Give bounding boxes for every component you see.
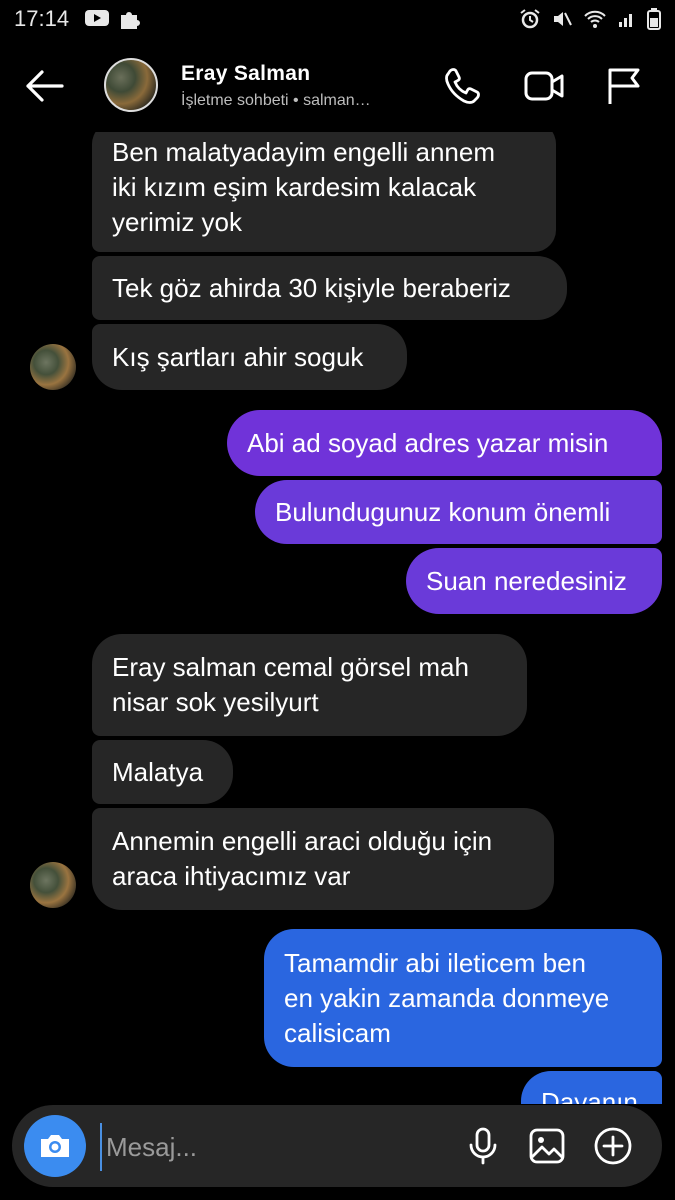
incoming-message[interactable]: Annemin engelli araci olduğu için araca … [92, 808, 554, 910]
phone-icon [445, 68, 480, 104]
mute-icon [551, 8, 573, 35]
contact-name[interactable]: Eray Salman [181, 62, 310, 86]
camera-icon [41, 1135, 69, 1157]
call-button[interactable] [442, 66, 486, 106]
arrow-left-icon [26, 70, 64, 102]
flag-icon [608, 68, 640, 104]
voice-message-button[interactable] [462, 1125, 504, 1167]
incoming-message[interactable]: Kış şartları ahir soguk [92, 324, 407, 390]
wifi-icon [583, 9, 607, 34]
puzzle-icon [118, 8, 142, 37]
gallery-button[interactable] [526, 1125, 568, 1167]
outgoing-message[interactable]: Tamamdir abi ileticem ben en yakin zaman… [264, 929, 662, 1067]
battery-icon [647, 8, 661, 35]
status-bar: 17:14 [0, 0, 675, 40]
status-time: 17:14 [14, 6, 70, 31]
report-button[interactable] [602, 66, 646, 106]
outgoing-message[interactable]: Dayanın [521, 1071, 662, 1104]
video-camera-icon [524, 71, 564, 101]
alarm-icon [519, 8, 541, 35]
image-icon [529, 1128, 565, 1164]
incoming-message[interactable]: Malatya [92, 740, 233, 804]
incoming-message[interactable]: Ben malatyadayim engelli annem iki kızım… [92, 132, 556, 252]
outgoing-message[interactable]: Abi ad soyad adres yazar misin [227, 410, 662, 476]
signal-icon [617, 9, 637, 34]
video-call-button[interactable] [522, 66, 566, 106]
plus-circle-icon [594, 1127, 632, 1165]
back-button[interactable] [22, 66, 66, 106]
outgoing-message[interactable]: Suan neredesiniz [406, 548, 662, 614]
message-input[interactable] [100, 1123, 448, 1171]
message-composer [12, 1105, 662, 1187]
microphone-icon [469, 1127, 497, 1165]
chat-header: Eray Salman İşletme sohbeti • salman… [0, 40, 675, 132]
sender-avatar[interactable] [30, 344, 76, 390]
contact-avatar[interactable] [104, 58, 158, 112]
outgoing-message[interactable]: Bulundugunuz konum önemli [255, 480, 662, 544]
add-button[interactable] [592, 1125, 634, 1167]
youtube-icon [84, 8, 110, 37]
contact-subtitle: İşletme sohbeti • salman… [181, 92, 371, 109]
message-thread[interactable]: Ben malatyadayim engelli annem iki kızım… [0, 132, 675, 1104]
incoming-message[interactable]: Eray salman cemal görsel mah nisar sok y… [92, 634, 527, 736]
sender-avatar[interactable] [30, 862, 76, 908]
incoming-message[interactable]: Tek göz ahirda 30 kişiyle beraberiz [92, 256, 567, 320]
camera-button[interactable] [24, 1115, 86, 1177]
